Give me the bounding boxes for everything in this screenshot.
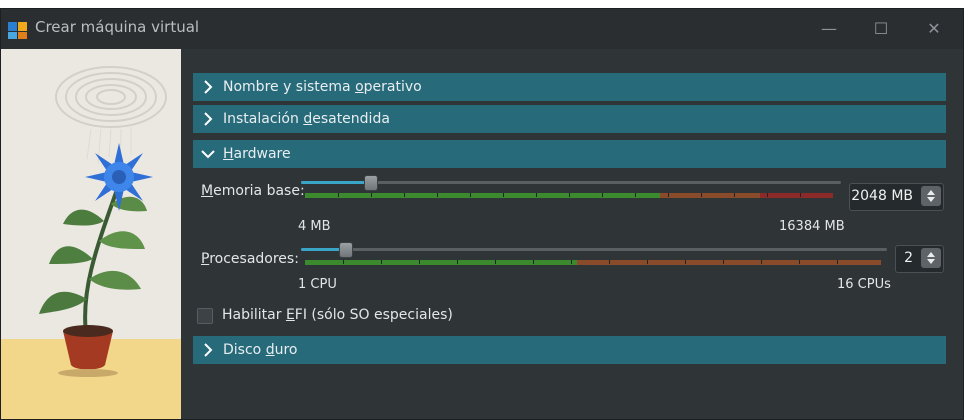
spin-arrows-icon[interactable] — [921, 248, 941, 268]
processors-value: 2 — [904, 250, 913, 266]
title-bar: Crear máquina virtual — ☐ ✕ — [1, 9, 963, 49]
memory-range-bar — [305, 193, 833, 198]
chevron-right-icon — [193, 343, 223, 357]
memory-value: 2048 MB — [851, 188, 913, 204]
create-vm-window: Crear máquina virtual — ☐ ✕ Nombre y sis… — [0, 8, 964, 420]
memory-slider-fill — [301, 181, 369, 184]
memory-slider-handle[interactable] — [364, 175, 378, 191]
memory-min-label: 4 MB — [298, 219, 331, 234]
memory-range-bad — [760, 193, 833, 198]
memory-range-warn — [660, 193, 760, 198]
plant-illustration — [1, 49, 181, 419]
virtualbox-app-icon — [8, 22, 27, 39]
processors-max-label: 16 CPUs — [837, 277, 891, 292]
processors-spinbox[interactable]: 2 — [895, 245, 944, 273]
wizard-illustration — [1, 49, 181, 419]
efi-checkbox[interactable] — [197, 308, 213, 324]
memory-range-ok — [305, 193, 660, 198]
processors-label: Procesadores: — [201, 251, 299, 267]
section-name-and-os[interactable]: Nombre y sistema operativo — [193, 73, 946, 101]
processors-range-warn — [577, 260, 881, 265]
memory-max-label: 16384 MB — [779, 219, 845, 234]
window-title: Crear máquina virtual — [35, 18, 200, 36]
processors-min-label: 1 CPU — [298, 277, 337, 292]
memory-label: Memoria base: — [201, 183, 305, 199]
processors-slider-handle[interactable] — [339, 242, 353, 258]
processors-range-bar — [305, 260, 881, 265]
chevron-right-icon — [193, 112, 223, 126]
minimize-button[interactable]: — — [816, 16, 842, 42]
processors-range-ok — [305, 260, 577, 265]
processors-slider[interactable] — [301, 242, 887, 258]
efi-label: Habilitar EFI (sólo SO especiales) — [222, 307, 453, 323]
maximize-button[interactable]: ☐ — [868, 16, 894, 42]
section-label: Instalación desatendida — [223, 111, 390, 127]
memory-spinbox[interactable]: 2048 MB — [849, 183, 944, 211]
section-label: Nombre y sistema operativo — [223, 79, 422, 95]
close-button[interactable]: ✕ — [921, 16, 947, 42]
section-label: Hardware — [223, 146, 291, 162]
section-hard-disk[interactable]: Disco duro — [193, 336, 946, 364]
section-hardware[interactable]: Hardware — [193, 140, 946, 168]
section-label: Disco duro — [223, 342, 298, 358]
spin-arrows-icon[interactable] — [921, 186, 941, 206]
wizard-content: Nombre y sistema operativo Instalación d… — [181, 49, 963, 419]
chevron-down-icon — [193, 148, 223, 160]
memory-slider[interactable] — [301, 175, 841, 191]
chevron-right-icon — [193, 80, 223, 94]
section-unattended-install[interactable]: Instalación desatendida — [193, 105, 946, 133]
